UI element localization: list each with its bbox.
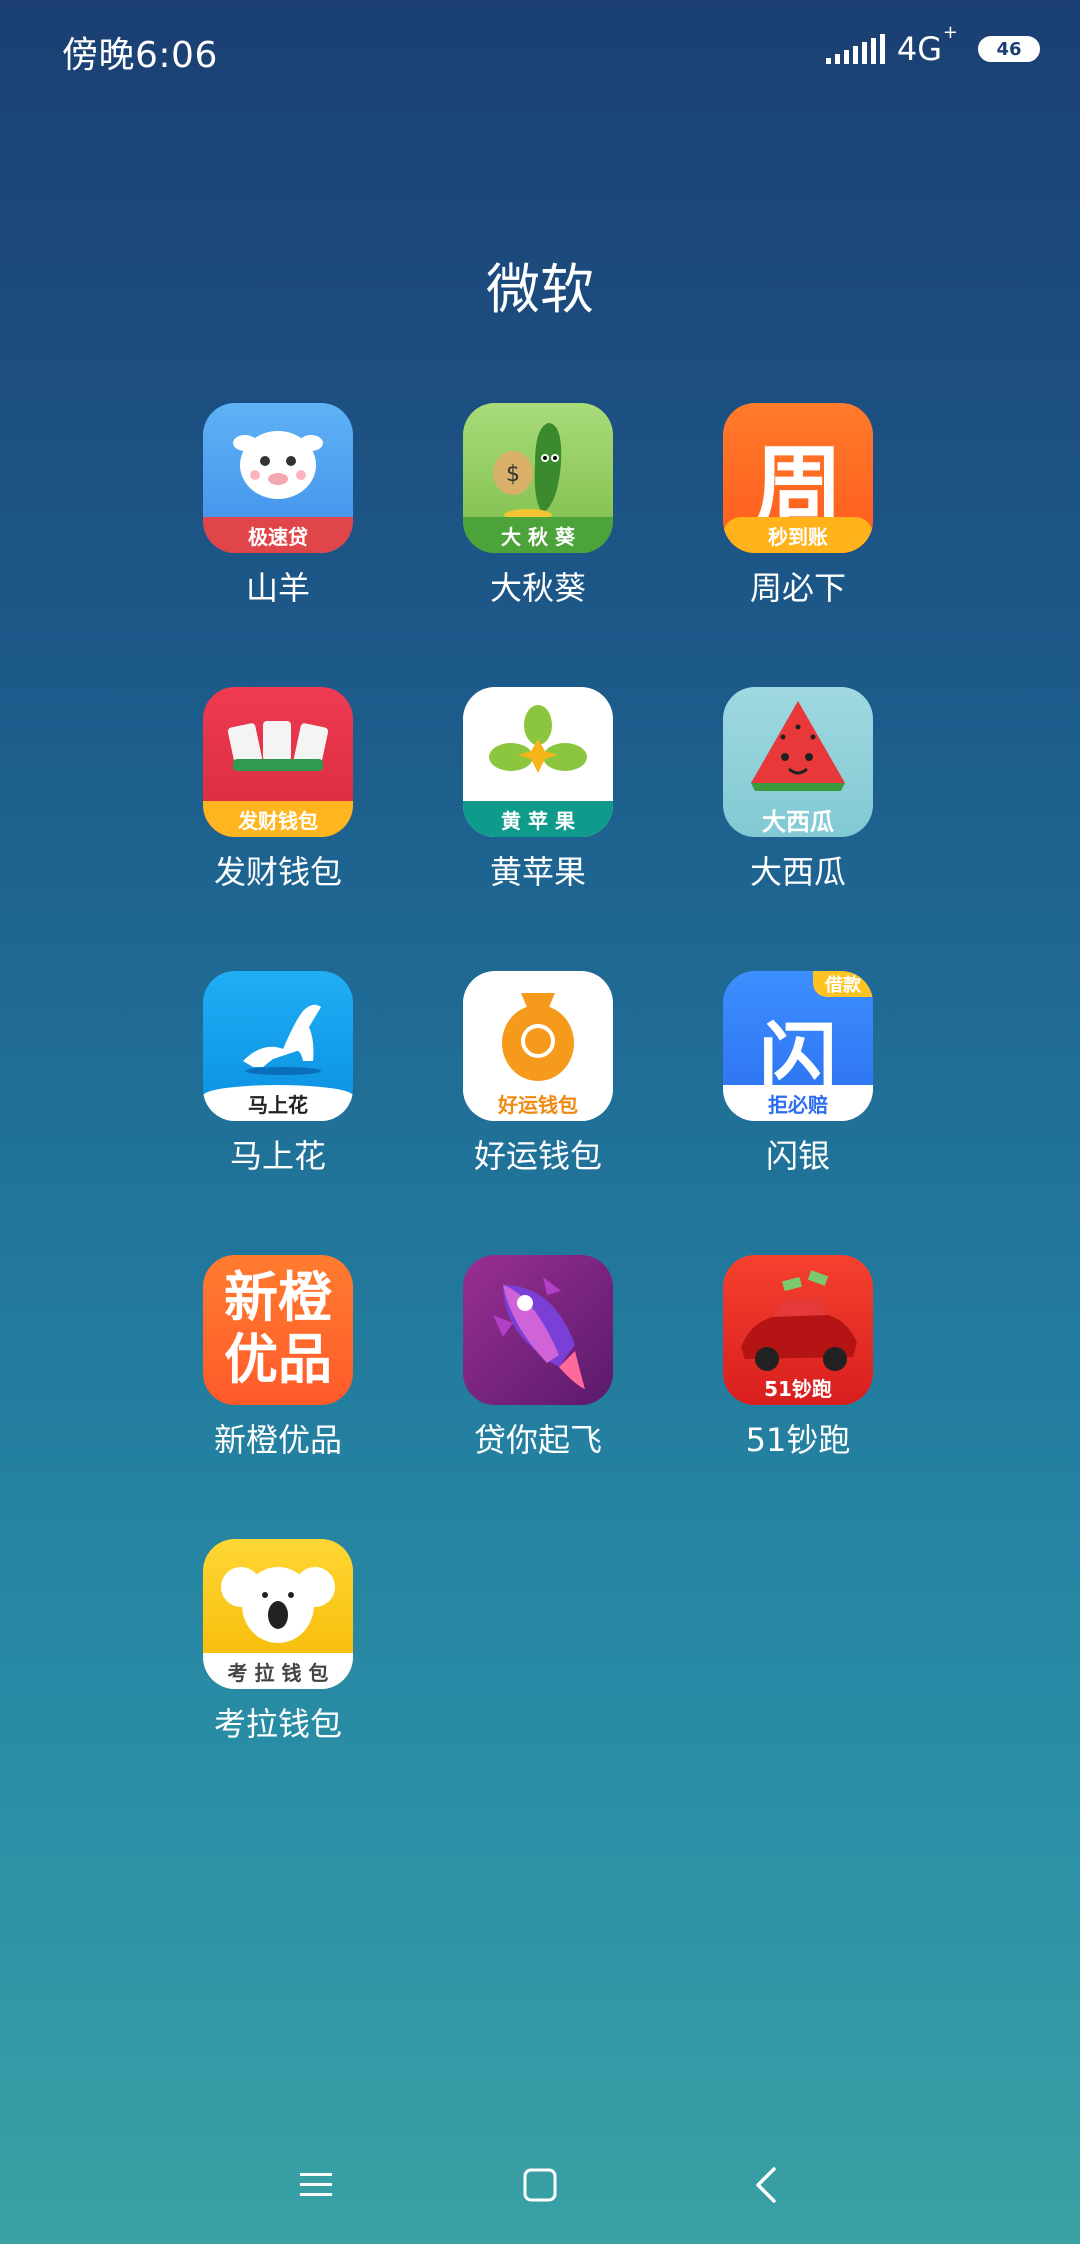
app-haoyunqianbao[interactable]: 好运钱包 好运钱包 [408,971,668,1177]
shanyin-app-icon: 借款 闪 拒必赔 [723,971,873,1121]
app-label: 考拉钱包 [213,1705,342,1743]
menu-button[interactable] [286,2160,346,2210]
huangpingguo-badge: 黄 苹 果 [463,801,613,837]
app-label: 大秋葵 [489,569,586,607]
app-label: 马上花 [229,1137,326,1175]
51chaopao-app-icon: 51钞跑 [723,1255,873,1405]
app-label: 黄苹果 [489,853,586,891]
svg-text:$: $ [506,462,520,487]
kaolaqianbao-app-icon: 考 拉 钱 包 [203,1539,353,1689]
app-label: 发财钱包 [213,853,342,891]
daxigua-badge: 大西瓜 [762,807,834,836]
back-icon [756,2167,776,2203]
navigation-bar [0,2140,1080,2220]
facaiqianbao-app-icon: 发财钱包 [203,687,353,837]
home-icon [523,2168,557,2202]
app-51chaopao[interactable]: 51钞跑 51钞跑 [668,1255,928,1461]
app-shanyang[interactable]: 极速贷 山羊 [148,403,408,609]
app-xinchengyoupin[interactable]: 新橙 优品 新橙优品 [148,1255,408,1461]
app-daqiukui[interactable]: $ 大 秋 葵 大秋葵 [408,403,668,609]
xinchengyoupin-app-icon: 新橙 优品 [203,1255,353,1405]
shanyin-corner-badge: 借款 [813,971,873,997]
shanyang-badge: 极速贷 [203,517,353,553]
mashanghua-badge: 马上花 [203,1085,353,1121]
facaiqianbao-badge: 发财钱包 [203,801,353,837]
shanyang-app-icon: 极速贷 [203,403,353,553]
app-facaiqianbao[interactable]: 发财钱包 发财钱包 [148,687,408,893]
xinchengyoupin-glyph-bottom: 优品 [224,1328,332,1391]
app-label: 51钞跑 [745,1421,851,1459]
app-mashanghua[interactable]: 马上花 马上花 [148,971,408,1177]
app-label: 大西瓜 [749,853,846,891]
haoyunqianbao-badge: 好运钱包 [463,1085,613,1121]
app-label: 周必下 [749,569,846,607]
dainiqifei-app-icon [463,1255,613,1405]
51chaopao-badge: 51钞跑 [764,1376,832,1401]
mashanghua-app-icon: 马上花 [203,971,353,1121]
app-label: 闪银 [765,1137,830,1175]
zhoubixia-app-icon: 周 秒到账 [723,403,873,553]
app-daxigua[interactable]: 大西瓜 大西瓜 [668,687,928,893]
app-label: 山羊 [245,569,310,607]
back-button[interactable] [736,2160,796,2210]
huangpingguo-app-icon: 黄 苹 果 [463,687,613,837]
xinchengyoupin-glyph-top: 新橙 [224,1266,332,1329]
daqiukui-badge: 大 秋 葵 [463,517,613,553]
haoyunqianbao-app-icon: 好运钱包 [463,971,613,1121]
kaolaqianbao-badge: 考 拉 钱 包 [203,1653,353,1689]
app-grid: 极速贷 山羊 $ 大 秋 葵 大秋葵 周 秒到账 周必下 发财钱包 发财钱包 黄… [0,0,1080,2244]
app-shanyin[interactable]: 借款 闪 拒必赔 闪银 [668,971,928,1177]
zhoubixia-badge: 秒到账 [723,517,873,553]
app-label: 好运钱包 [473,1137,602,1175]
app-label: 贷你起飞 [473,1421,602,1459]
shanyin-badge: 拒必赔 [723,1085,873,1121]
daxigua-app-icon: 大西瓜 [723,687,873,837]
home-button[interactable] [510,2160,570,2210]
app-label: 新橙优品 [213,1421,342,1459]
daqiukui-app-icon: $ 大 秋 葵 [463,403,613,553]
app-dainiqifei[interactable]: 贷你起飞 [408,1255,668,1461]
app-zhoubixia[interactable]: 周 秒到账 周必下 [668,403,928,609]
app-kaolaqianbao[interactable]: 考 拉 钱 包 考拉钱包 [148,1539,408,1745]
app-huangpingguo[interactable]: 黄 苹 果 黄苹果 [408,687,668,893]
menu-icon [300,2173,332,2196]
